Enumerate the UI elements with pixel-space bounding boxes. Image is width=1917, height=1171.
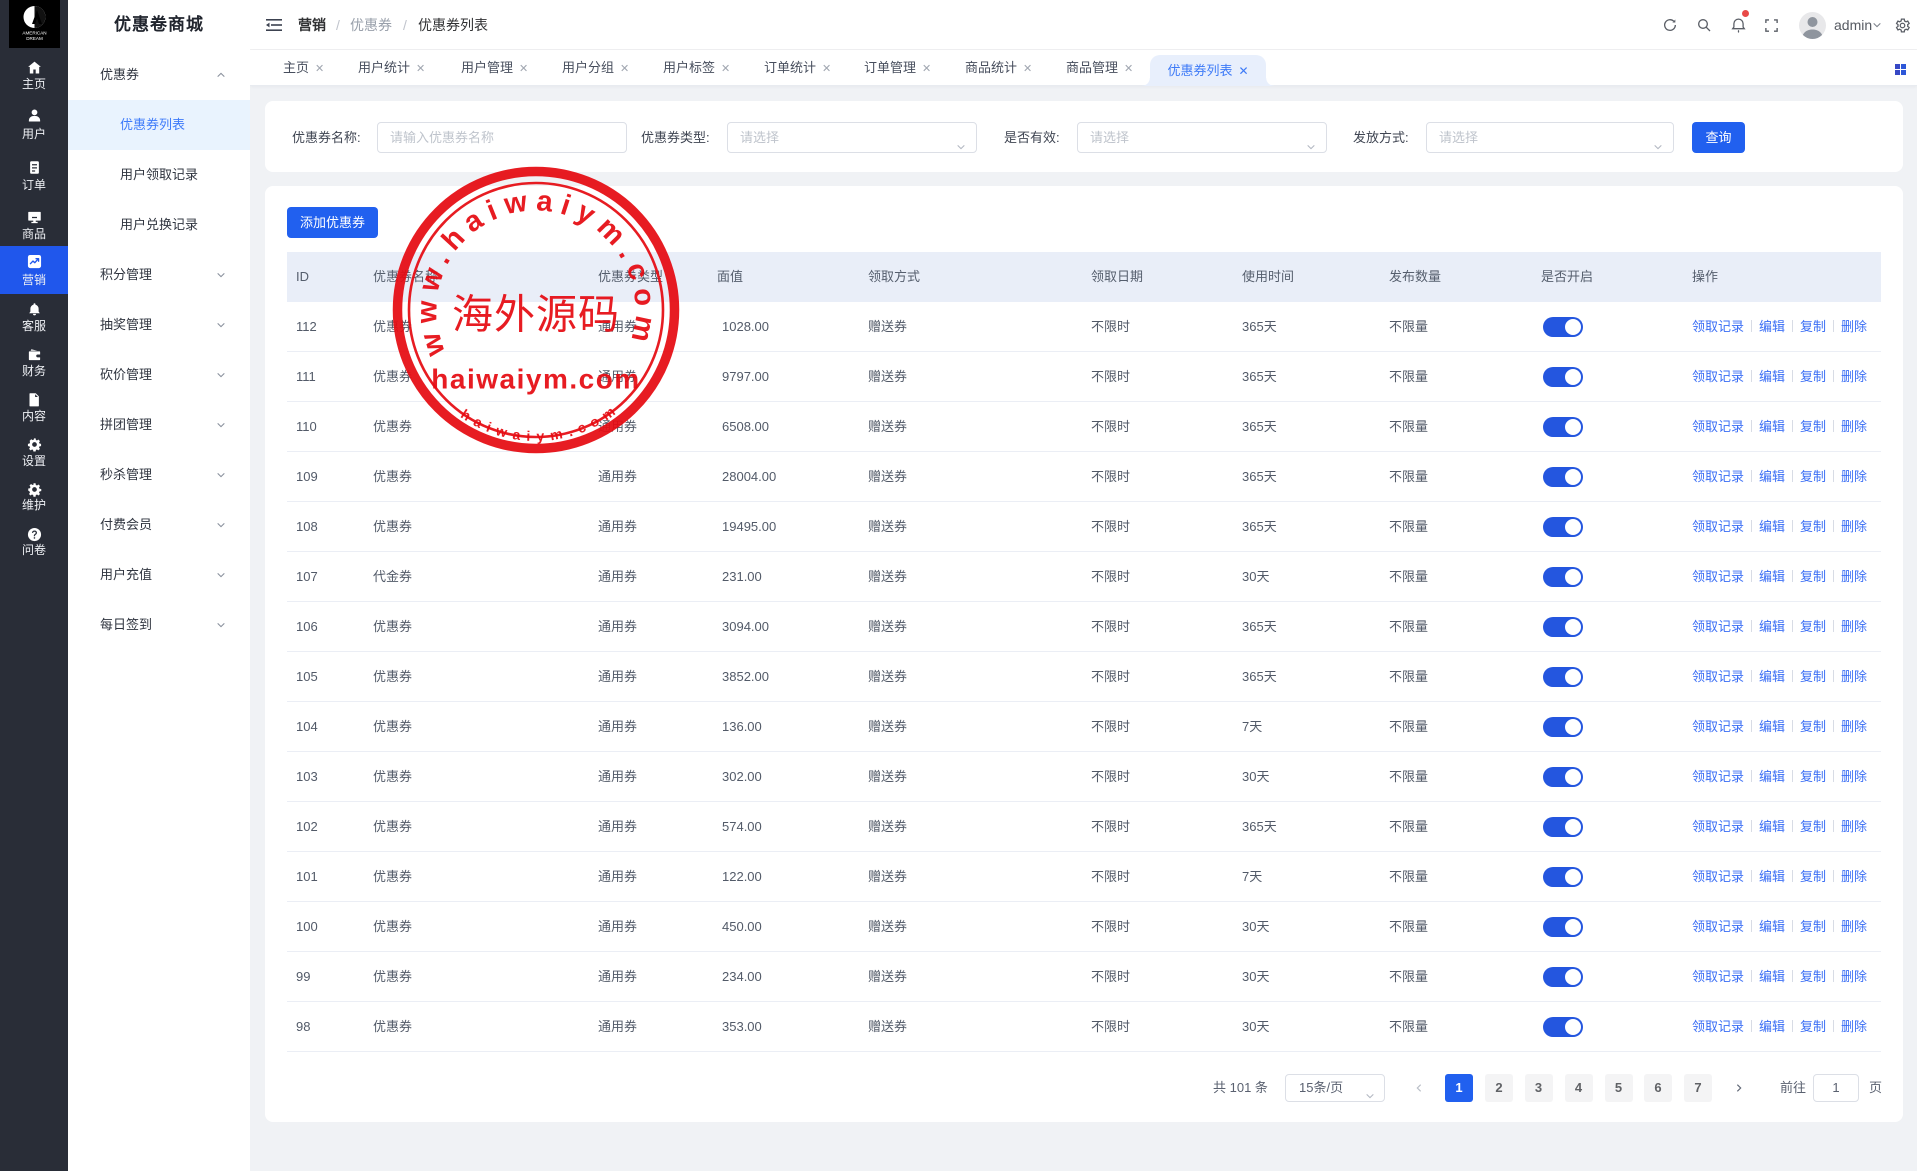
svg-text:海外源码: 海外源码 xyxy=(452,292,620,338)
svg-text:AMERICAN: AMERICAN xyxy=(22,31,46,36)
svg-text:haiwaiym.com: haiwaiym.com xyxy=(431,364,640,395)
svg-text:DREAM: DREAM xyxy=(26,36,43,41)
